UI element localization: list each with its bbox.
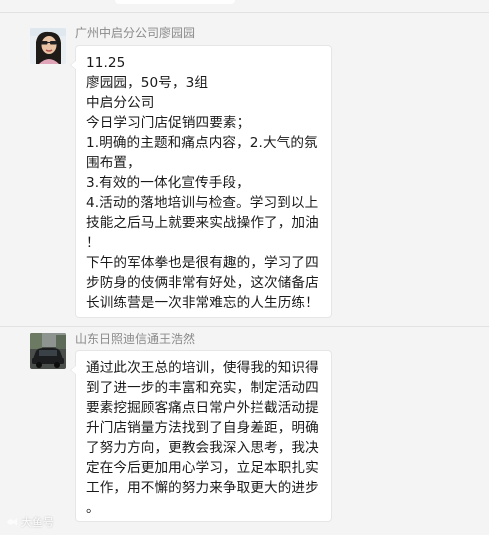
message-line: 11.25 xyxy=(86,55,126,71)
message-bubble[interactable]: 通过此次王总的培训，使得我的知识得 到了进一步的丰富和充实，制定活动四 要素挖掘… xyxy=(70,350,332,522)
sender-name: 广州中启分公司廖园园 xyxy=(75,26,196,40)
avatar-photo-car xyxy=(30,333,66,369)
message-line: 廖园园，50号，3组 xyxy=(86,75,209,91)
message-line: 中启分公司 xyxy=(86,95,155,111)
message-line: 今日学习门店促销四要素； xyxy=(86,115,251,131)
message-line: 。 xyxy=(86,500,100,516)
message-line: 定在今后更加用心学习，立足本职扎实 xyxy=(86,460,319,476)
message-line: 4.活动的落地培训与检查。学习到以上 xyxy=(86,195,319,211)
previous-message-remnant xyxy=(115,0,235,4)
message-line: 了努力方向，更教会我深入思考，我决 xyxy=(86,440,319,456)
sender-name: 山东日照迪信通王浩然 xyxy=(75,332,196,346)
message-line: 技能之后马上就要来实战操作了，加油 xyxy=(86,215,319,231)
message-divider xyxy=(0,326,489,327)
message-line: ！ xyxy=(86,235,100,251)
message-line: 工作，用不懈的努力来争取更大的进步 xyxy=(86,480,319,496)
avatar-photo-woman xyxy=(30,28,66,64)
message-bubble[interactable]: 11.25 廖园园，50号，3组 中启分公司 今日学习门店促销四要素； 1.明确… xyxy=(70,45,332,318)
message-line: 3.有效的一体化宣传手段， xyxy=(86,175,250,191)
watermark-text: 大鱼号 xyxy=(21,516,54,529)
watermark: 大鱼号 xyxy=(6,514,54,530)
watermark-logo-icon xyxy=(7,518,17,526)
message-line: 步防身的伎俩非常有好处，这次储备店 xyxy=(86,275,319,291)
avatar[interactable] xyxy=(30,333,66,369)
message-line: 长训练营是一次非常难忘的人生历练！ xyxy=(86,295,319,311)
avatar[interactable] xyxy=(30,28,66,64)
message-line: 下午的军体拳也是很有趣的，学习了四 xyxy=(86,255,319,271)
message-line: 到了进一步的丰富和充实，制定活动四 xyxy=(86,380,319,396)
message-line: 升门店销量方法找到了自身差距，明确 xyxy=(86,420,319,436)
message-line: 围布置， xyxy=(86,155,141,171)
message-line: 要素挖掘顾客痛点日常户外拦截活动提 xyxy=(86,400,319,416)
message-line: 通过此次王总的培训，使得我的知识得 xyxy=(86,360,319,376)
message-divider xyxy=(0,12,489,13)
message-line: 1.明确的主题和痛点内容，2.大气的氛 xyxy=(86,135,318,151)
